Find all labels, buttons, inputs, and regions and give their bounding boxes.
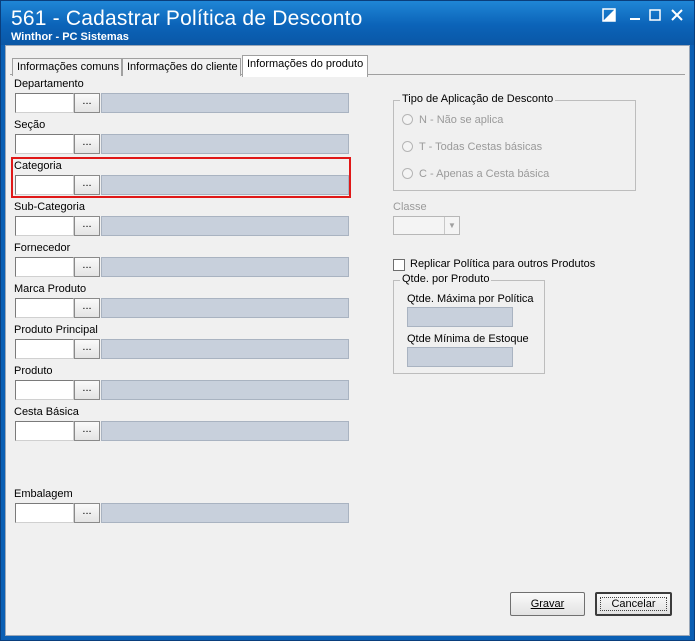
subcategoria-search-button[interactable]: ... bbox=[74, 216, 100, 236]
focus-rectangle bbox=[600, 597, 667, 611]
produto-principal-search-button[interactable]: ... bbox=[74, 339, 100, 359]
title-bar[interactable]: 561 - Cadastrar Política de Desconto Win… bbox=[1, 1, 694, 45]
classe-select[interactable]: ▼ bbox=[393, 216, 460, 235]
gravar-button-label: Gravar bbox=[530, 598, 565, 610]
cesta-basica-label: Cesta Básica bbox=[14, 406, 79, 418]
categoria-search-button[interactable]: ... bbox=[74, 175, 100, 195]
replicar-label[interactable]: Replicar Política para outros Produtos bbox=[410, 258, 595, 270]
qtde-minima-label: Qtde Mínima de Estoque bbox=[407, 333, 529, 345]
fornecedor-code-input[interactable] bbox=[15, 257, 74, 277]
maximize-icon[interactable] bbox=[646, 8, 664, 24]
produto-code-input[interactable] bbox=[15, 380, 74, 400]
categoria-label: Categoria bbox=[14, 160, 62, 172]
categoria-description-field bbox=[101, 175, 349, 195]
embalagem-code-input[interactable] bbox=[15, 503, 74, 523]
cesta-basica-description-field bbox=[101, 421, 349, 441]
radio-apenas-cesta-label: C - Apenas a Cesta básica bbox=[419, 168, 550, 180]
radio-nao-se-aplica[interactable]: N - Não se aplica bbox=[402, 114, 503, 126]
produto-principal-description-field bbox=[101, 339, 349, 359]
categoria-code-input[interactable] bbox=[15, 175, 74, 195]
departamento-code-input[interactable] bbox=[15, 93, 74, 113]
subcategoria-description-field bbox=[101, 216, 349, 236]
radio-nao-se-aplica-label: N - Não se aplica bbox=[419, 114, 504, 126]
qtde-maxima-label: Qtde. Máxima por Política bbox=[407, 293, 534, 305]
produto-principal-label: Produto Principal bbox=[14, 324, 98, 336]
radio-circle-icon bbox=[402, 114, 413, 125]
qtde-maxima-input[interactable] bbox=[407, 307, 513, 327]
marca-produto-label: Marca Produto bbox=[14, 283, 87, 295]
radio-circle-icon bbox=[402, 141, 413, 152]
radio-todas-cestas-label: T - Todas Cestas básicas bbox=[419, 141, 543, 153]
tab-informacoes-comuns[interactable]: Informações comuns bbox=[12, 58, 122, 76]
produto-search-button[interactable]: ... bbox=[74, 380, 100, 400]
tipo-aplicacao-title: Tipo de Aplicação de Desconto bbox=[400, 93, 556, 105]
radio-apenas-cesta[interactable]: C - Apenas a Cesta básica bbox=[402, 168, 549, 180]
window-subtitle: Winthor - PC Sistemas bbox=[11, 31, 129, 43]
fornecedor-label: Fornecedor bbox=[14, 242, 71, 254]
secao-description-field bbox=[101, 134, 349, 154]
minimize-icon[interactable] bbox=[626, 8, 644, 24]
fornecedor-description-field bbox=[101, 257, 349, 277]
produto-label: Produto bbox=[14, 365, 53, 377]
close-icon[interactable] bbox=[668, 8, 686, 24]
departamento-search-button[interactable]: ... bbox=[74, 93, 100, 113]
app-window: 561 - Cadastrar Política de Desconto Win… bbox=[0, 0, 695, 641]
tab-informacoes-produto[interactable]: Informações do produto bbox=[242, 55, 368, 77]
gravar-button[interactable]: Gravar bbox=[510, 592, 585, 616]
cesta-basica-code-input[interactable] bbox=[15, 421, 74, 441]
chevron-down-icon[interactable]: ▼ bbox=[444, 217, 459, 234]
cesta-basica-search-button[interactable]: ... bbox=[74, 421, 100, 441]
tab-informacoes-cliente[interactable]: Informações do cliente bbox=[122, 58, 241, 76]
qtde-groupbox: Qtde. por Produto Qtde. Máxima por Polít… bbox=[393, 273, 545, 374]
produto-principal-code-input[interactable] bbox=[15, 339, 74, 359]
marca-produto-code-input[interactable] bbox=[15, 298, 74, 318]
embalagem-label: Embalagem bbox=[14, 488, 73, 500]
departamento-description-field bbox=[101, 93, 349, 113]
restore-icon[interactable] bbox=[600, 8, 618, 24]
marca-produto-search-button[interactable]: ... bbox=[74, 298, 100, 318]
embalagem-search-button[interactable]: ... bbox=[74, 503, 100, 523]
cancelar-button[interactable]: Cancelar bbox=[595, 592, 672, 616]
secao-search-button[interactable]: ... bbox=[74, 134, 100, 154]
radio-todas-cestas[interactable]: T - Todas Cestas básicas bbox=[402, 141, 542, 153]
secao-code-input[interactable] bbox=[15, 134, 74, 154]
qtde-minima-input[interactable] bbox=[407, 347, 513, 367]
subcategoria-code-input[interactable] bbox=[15, 216, 74, 236]
radio-circle-icon bbox=[402, 168, 413, 179]
secao-label: Seção bbox=[14, 119, 46, 131]
subcategoria-label: Sub-Categoria bbox=[14, 201, 85, 213]
fornecedor-search-button[interactable]: ... bbox=[74, 257, 100, 277]
window-title: 561 - Cadastrar Política de Desconto bbox=[11, 7, 363, 30]
form-client-area: Informações comuns Informações do client… bbox=[5, 45, 690, 636]
tipo-aplicacao-groupbox: Tipo de Aplicação de Desconto N - Não se… bbox=[393, 93, 636, 191]
replicar-checkbox[interactable] bbox=[393, 259, 405, 271]
produto-description-field bbox=[101, 380, 349, 400]
embalagem-description-field bbox=[101, 503, 349, 523]
departamento-label: Departamento bbox=[14, 78, 84, 90]
qtde-title: Qtde. por Produto bbox=[400, 273, 492, 285]
classe-label: Classe bbox=[393, 201, 427, 213]
marca-produto-description-field bbox=[101, 298, 349, 318]
